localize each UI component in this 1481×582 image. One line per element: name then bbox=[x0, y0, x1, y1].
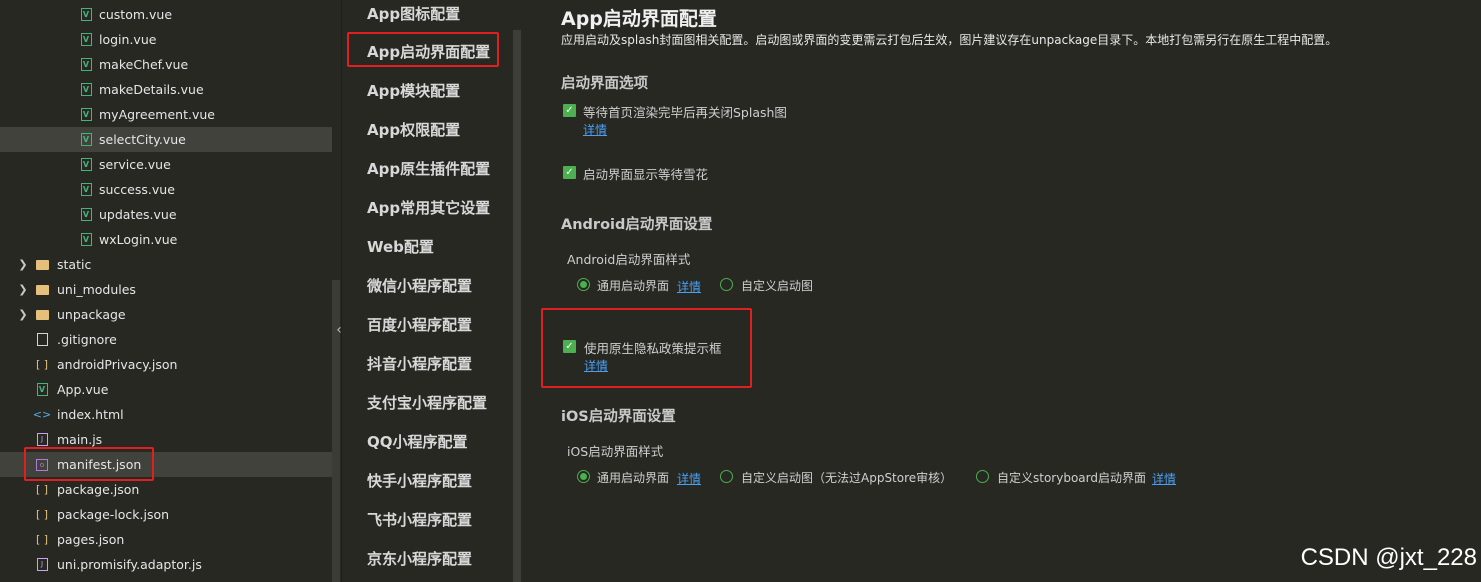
chevron-right-icon[interactable]: ❯ bbox=[16, 302, 30, 327]
vue-file-icon: V bbox=[80, 8, 92, 21]
ios-radio-general[interactable] bbox=[577, 470, 590, 483]
tree-item-updates-vue[interactable]: Vupdates.vue bbox=[0, 202, 332, 227]
tree-item-makedetails-vue[interactable]: VmakeDetails.vue bbox=[0, 77, 332, 102]
ios-general-details-link[interactable]: 详情 bbox=[677, 470, 701, 487]
nav-item-qq[interactable]: QQ小程序配置 bbox=[367, 431, 468, 452]
nav-item-baidu[interactable]: 百度小程序配置 bbox=[367, 314, 472, 335]
chevron-right-icon[interactable]: ❯ bbox=[16, 277, 30, 302]
tree-item-package-lock-json[interactable]: [ ] package-lock.json bbox=[0, 502, 332, 527]
nav-highlight-box bbox=[347, 32, 499, 67]
ios-radio-custom-label: 自定义启动图（无法过AppStore审核） bbox=[741, 471, 953, 485]
js-file-icon: J bbox=[36, 558, 48, 571]
nav-item-web[interactable]: Web配置 bbox=[367, 236, 434, 257]
folder-icon bbox=[35, 284, 49, 295]
nav-item-feishu[interactable]: 飞书小程序配置 bbox=[367, 509, 472, 530]
android-style-label: Android启动界面样式 bbox=[567, 252, 691, 267]
nav-item-app-icon[interactable]: App图标配置 bbox=[367, 3, 460, 24]
ios-radio-custom[interactable] bbox=[720, 470, 733, 483]
nav-item-kuaishou[interactable]: 快手小程序配置 bbox=[367, 470, 472, 491]
android-radio-general-label: 通用启动界面 bbox=[597, 279, 670, 293]
vue-file-icon: V bbox=[80, 183, 92, 196]
tree-item-uni-promisify-adaptor-js[interactable]: Juni.promisify.adaptor.js bbox=[0, 552, 332, 577]
nav-item-jd[interactable]: 京东小程序配置 bbox=[367, 548, 472, 569]
settings-panel: App启动界面配置 应用启动及splash封面图相关配置。启动图或界面的变更需云… bbox=[521, 0, 1481, 582]
tree-item-wxlogin-vue[interactable]: VwxLogin.vue bbox=[0, 227, 332, 252]
vue-file-icon: V bbox=[80, 33, 92, 46]
nav-item-app-permissions[interactable]: App权限配置 bbox=[367, 119, 460, 140]
tree-item-custom-vue[interactable]: Vcustom.vue bbox=[0, 2, 332, 27]
json-file-icon: [ ] bbox=[35, 508, 49, 521]
ios-style-label: iOS启动界面样式 bbox=[567, 444, 664, 459]
android-general-details-link[interactable]: 详情 bbox=[677, 278, 701, 295]
wait-render-checkbox[interactable]: ✓ bbox=[563, 104, 576, 117]
nav-item-app-other[interactable]: App常用其它设置 bbox=[367, 197, 490, 218]
section-heading-ios: iOS启动界面设置 bbox=[561, 409, 676, 425]
tree-item-app-vue[interactable]: V App.vue bbox=[0, 377, 332, 402]
folder-icon bbox=[35, 309, 49, 320]
nav-item-douyin[interactable]: 抖音小程序配置 bbox=[367, 353, 472, 374]
watermark: CSDN @jxt_228 bbox=[1300, 544, 1477, 571]
tree-folder-unpackage[interactable]: ❯ unpackage bbox=[0, 302, 332, 327]
nav-item-app-native-plugins[interactable]: App原生插件配置 bbox=[367, 158, 490, 179]
json-file-icon: [ ] bbox=[35, 358, 49, 371]
tree-item-index-html[interactable]: <> index.html bbox=[0, 402, 332, 427]
nav-scrollbar[interactable] bbox=[513, 30, 521, 582]
tree-item-service-vue[interactable]: Vservice.vue bbox=[0, 152, 332, 177]
json-file-icon: [ ] bbox=[35, 533, 49, 546]
vue-file-icon: V bbox=[36, 383, 48, 396]
tree-item-selectcity-vue[interactable]: VselectCity.vue bbox=[0, 127, 332, 152]
tree-item-androidprivacy-json[interactable]: [ ] androidPrivacy.json bbox=[0, 352, 332, 377]
tree-item-pages-json[interactable]: [ ] pages.json bbox=[0, 527, 332, 552]
privacy-highlight-box bbox=[541, 308, 752, 388]
android-radio-custom-label: 自定义启动图 bbox=[741, 279, 814, 293]
tree-item-login-vue[interactable]: Vlogin.vue bbox=[0, 27, 332, 52]
manifest-nav: App图标配置 App启动界面配置 App模块配置 App权限配置 App原生插… bbox=[341, 0, 514, 582]
manifest-highlight-box bbox=[24, 447, 154, 481]
tree-folder-static[interactable]: ❯ static bbox=[0, 252, 332, 277]
tree-item-success-vue[interactable]: Vsuccess.vue bbox=[0, 177, 332, 202]
nav-item-alipay[interactable]: 支付宝小程序配置 bbox=[367, 392, 487, 413]
section-heading-android: Android启动界面设置 bbox=[561, 217, 713, 233]
ios-radio-general-label: 通用启动界面 bbox=[597, 471, 670, 485]
show-waiting-label: 启动界面显示等待雪花 bbox=[583, 167, 709, 182]
ios-radio-storyboard[interactable] bbox=[976, 470, 989, 483]
vue-file-icon: V bbox=[80, 158, 92, 171]
ios-radio-storyboard-label: 自定义storyboard启动界面 bbox=[997, 471, 1146, 485]
vue-file-icon: V bbox=[80, 108, 92, 121]
vue-file-icon: V bbox=[80, 133, 92, 146]
js-file-icon: J bbox=[36, 433, 48, 446]
nav-item-weixin[interactable]: 微信小程序配置 bbox=[367, 275, 472, 296]
wait-render-label: 等待首页渲染完毕后再关闭Splash图 bbox=[583, 105, 787, 120]
page-description: 应用启动及splash封面图相关配置。启动图或界面的变更需云打包后生效，图片建议… bbox=[561, 33, 1338, 47]
folder-icon bbox=[35, 259, 49, 270]
tree-folder-uni-modules[interactable]: ❯ uni_modules bbox=[0, 277, 332, 302]
section-heading-splash-options: 启动界面选项 bbox=[561, 76, 648, 92]
nav-item-app-modules[interactable]: App模块配置 bbox=[367, 80, 460, 101]
android-radio-general[interactable] bbox=[577, 278, 590, 291]
ios-storyboard-details-link[interactable]: 详情 bbox=[1152, 470, 1176, 487]
vue-file-icon: V bbox=[80, 83, 92, 96]
tree-item-makechef-vue[interactable]: VmakeChef.vue bbox=[0, 52, 332, 77]
vue-file-icon: V bbox=[80, 58, 92, 71]
android-radio-custom[interactable] bbox=[720, 278, 733, 291]
chevron-right-icon[interactable]: ❯ bbox=[16, 252, 30, 277]
page-title: App启动界面配置 bbox=[561, 8, 717, 30]
tree-item-gitignore[interactable]: .gitignore bbox=[0, 327, 332, 352]
file-icon bbox=[36, 333, 48, 346]
file-tree: Vcustom.vue Vlogin.vue VmakeChef.vue Vma… bbox=[0, 0, 332, 582]
tree-item-myagreement-vue[interactable]: VmyAgreement.vue bbox=[0, 102, 332, 127]
html-file-icon: <> bbox=[32, 408, 52, 421]
wait-render-details-link[interactable]: 详情 bbox=[583, 121, 607, 138]
vue-file-icon: V bbox=[80, 233, 92, 246]
show-waiting-checkbox[interactable]: ✓ bbox=[563, 166, 576, 179]
vue-file-icon: V bbox=[80, 208, 92, 221]
